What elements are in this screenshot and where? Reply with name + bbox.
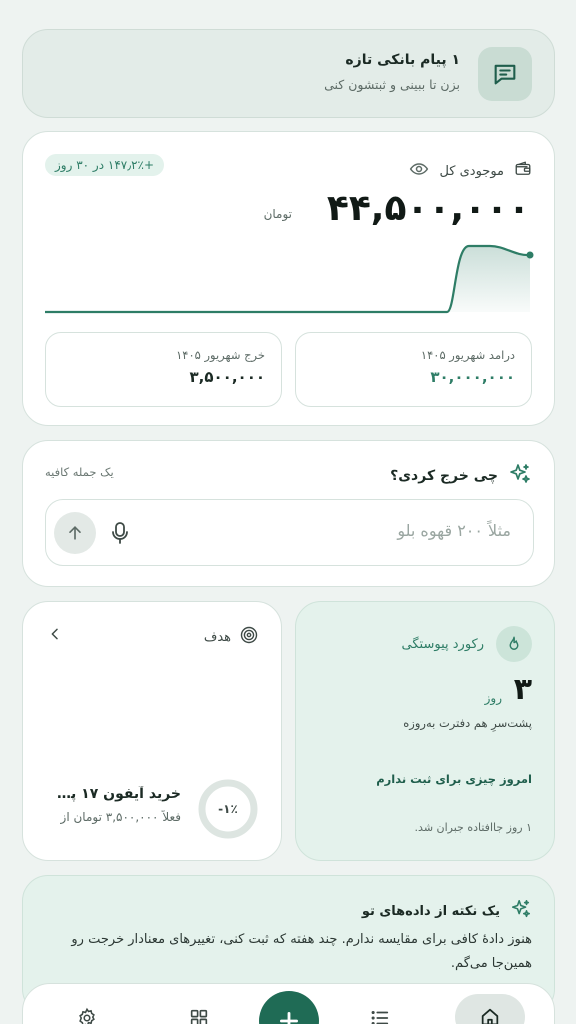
arrow-up-icon <box>69 526 81 540</box>
expense-input[interactable]: مثلاً ۲۰۰ قهوه بلو <box>45 499 534 566</box>
quick-entry-card: چی خرج کردی؟ یک جمله کافیه مثلاً ۲۰۰ قهو… <box>22 440 555 587</box>
sparkle-icon <box>510 898 532 924</box>
streak-number: ۳ <box>513 672 532 707</box>
expense-value: ۳,۵۰۰,۰۰۰ <box>189 368 265 386</box>
goal-percent: -۱٪ <box>218 802 238 816</box>
banner-title: ۱ پیام بانکی تازه <box>345 52 460 68</box>
goal-card[interactable]: هدف خرید آیفون ۱۷ پرومکس فعلاً ۳,۵۰۰,۰۰۰… <box>22 601 282 861</box>
income-label: درامد شهریور ۱۴۰۵ <box>420 348 515 362</box>
goal-label: هدف <box>203 629 231 645</box>
streak-title: رکورد پیوستگی <box>401 636 484 652</box>
balance-sparkline <box>45 244 534 314</box>
bottom-nav <box>22 983 555 1024</box>
goal-progress-text: فعلاً ۳,۵۰۰,۰۰۰ تومان از <box>60 810 181 824</box>
target-icon <box>239 625 259 649</box>
income-value: ۳۰,۰۰۰,۰۰۰ <box>430 368 515 386</box>
insight-title: یک نکته از داده‌های تو <box>361 903 500 919</box>
growth-badge: +۱۴۷٫۲٪ در ۳۰ روز <box>45 154 165 176</box>
streak-description: پشت‌سرِ هم دفترت به‌روزه <box>403 716 532 730</box>
insight-body: هنوز دادهٔ کافی برای مقایسه ندارم. چند ه… <box>71 932 532 971</box>
streak-footer: ۱ روز جاافتاده جبران شد. <box>414 821 532 834</box>
microphone-icon[interactable] <box>108 520 132 550</box>
plus-icon <box>280 1012 298 1024</box>
balance-card: موجودی کل +۱۴۷٫۲٪ در ۳۰ روز ۴۴,۵۰۰,۰۰۰ ت… <box>22 131 555 426</box>
list-icon[interactable] <box>360 998 400 1024</box>
goal-name: خرید آیفون ۱۷ پرومکس <box>51 786 181 802</box>
quick-entry-title: چی خرج کردی؟ <box>390 468 498 484</box>
sparkle-icon <box>508 462 532 490</box>
send-button[interactable] <box>54 512 96 554</box>
balance-amount: ۴۴,۵۰۰,۰۰۰ <box>326 188 530 229</box>
grid-icon[interactable] <box>179 998 219 1024</box>
balance-unit: تومان <box>263 207 292 221</box>
message-icon <box>478 47 532 101</box>
income-stat[interactable]: درامد شهریور ۱۴۰۵ ۳۰,۰۰۰,۰۰۰ <box>295 332 532 407</box>
flame-icon <box>496 626 532 662</box>
banner-subtitle: بزن تا ببینی و ثبتشون کنی <box>324 77 460 92</box>
add-button[interactable] <box>259 991 319 1024</box>
streak-unit: روز <box>484 691 502 705</box>
nothing-to-log-link[interactable]: امروز چیزی برای ثبت ندارم <box>376 772 532 786</box>
streak-card: رکورد پیوستگی ۳ روز پشت‌سرِ هم دفترت به‌… <box>295 601 555 861</box>
quick-entry-hint: یک جمله کافیه <box>45 465 114 479</box>
balance-label: موجودی کل <box>439 163 504 179</box>
home-tab[interactable] <box>455 994 525 1024</box>
settings-icon[interactable] <box>67 998 107 1024</box>
home-icon <box>481 1008 499 1024</box>
chevron-left-icon[interactable] <box>47 626 63 646</box>
bank-message-banner[interactable]: ۱ پیام بانکی تازه بزن تا ببینی و ثبتشون … <box>22 29 555 118</box>
expense-label: خرج شهریور ۱۴۰۵ <box>176 348 265 362</box>
expense-input-placeholder: مثلاً ۲۰۰ قهوه بلو <box>397 521 511 540</box>
expense-stat[interactable]: خرج شهریور ۱۴۰۵ ۳,۵۰۰,۰۰۰ <box>45 332 282 407</box>
wallet-icon <box>514 160 532 182</box>
eye-icon[interactable] <box>409 159 429 183</box>
